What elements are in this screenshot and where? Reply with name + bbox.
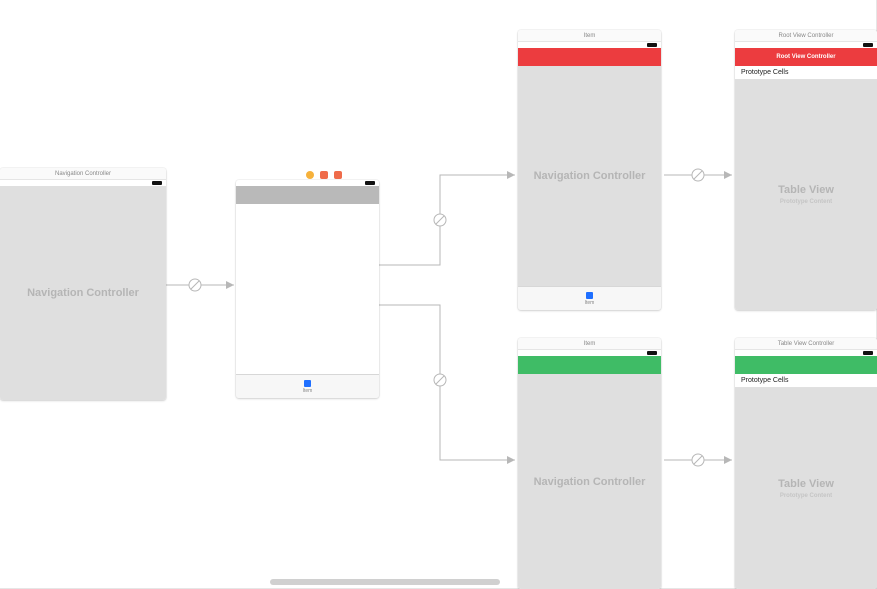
- status-bar: [236, 180, 379, 186]
- scene-header: Navigation Controller: [0, 168, 166, 180]
- navigation-bar: Root View Controller: [735, 48, 877, 66]
- scene-header: Item: [518, 30, 661, 42]
- navigation-bar: [518, 356, 661, 374]
- scene-nav-controller-green[interactable]: Item Navigation Controller: [518, 338, 661, 589]
- prototype-cells-section[interactable]: Prototype Cells: [735, 66, 877, 80]
- storyboard-canvas[interactable]: Navigation Controller Navigation Control…: [0, 0, 877, 589]
- prototype-content-label: Prototype Content: [735, 493, 877, 499]
- tab-item-icon: [586, 292, 593, 299]
- tab-item-label: Item: [303, 388, 313, 394]
- nav-controller-label: Navigation Controller: [518, 170, 661, 182]
- navigation-bar: [735, 356, 877, 374]
- scene-header: Root View Controller: [735, 30, 877, 42]
- scene-body: Navigation Controller: [518, 66, 661, 286]
- tab-item-label: Item: [585, 300, 595, 306]
- table-view-body[interactable]: Table View Prototype Content: [735, 80, 877, 310]
- scene-body: Navigation Controller: [518, 374, 661, 589]
- scene-header: Table View Controller: [735, 338, 877, 350]
- scene-tabbar-controller[interactable]: Item: [236, 180, 379, 398]
- nav-controller-label: Navigation Controller: [0, 287, 166, 299]
- tab-item-icon: [304, 380, 311, 387]
- scene-body: Navigation Controller: [0, 186, 166, 400]
- status-bar: [735, 350, 877, 356]
- scene-body: [236, 204, 379, 374]
- status-bar: [518, 350, 661, 356]
- nav-controller-label: Navigation Controller: [518, 476, 661, 488]
- status-bar: [735, 42, 877, 48]
- tab-bar[interactable]: Item: [236, 374, 379, 398]
- scene-table-view-controller-green[interactable]: Table View Controller Prototype Cells Ta…: [735, 338, 877, 589]
- table-view-label: Table View: [735, 184, 877, 196]
- prototype-cells-section[interactable]: Prototype Cells: [735, 374, 877, 388]
- scene-header: Item: [518, 338, 661, 350]
- prototype-content-label: Prototype Content: [735, 199, 877, 205]
- storyboard-reference-icon: [334, 171, 342, 179]
- scene-root-view-controller-red[interactable]: Root View Controller Root View Controlle…: [735, 30, 877, 310]
- navigation-bar: [236, 186, 379, 204]
- table-view-label: Table View: [735, 478, 877, 490]
- horizontal-scrollbar[interactable]: [270, 579, 500, 585]
- exit-icon: [320, 171, 328, 179]
- navigation-bar: [518, 48, 661, 66]
- status-bar: [518, 42, 661, 48]
- table-view-body[interactable]: Table View Prototype Content: [735, 388, 877, 589]
- tab-bar[interactable]: Item: [518, 286, 661, 310]
- first-responder-icon: [306, 171, 314, 179]
- scene-nav-controller-initial[interactable]: Navigation Controller Navigation Control…: [0, 168, 166, 400]
- scene-nav-controller-red[interactable]: Item Navigation Controller Item: [518, 30, 661, 310]
- scene-object-icons: [306, 171, 342, 179]
- navigation-bar-title: Root View Controller: [735, 48, 877, 66]
